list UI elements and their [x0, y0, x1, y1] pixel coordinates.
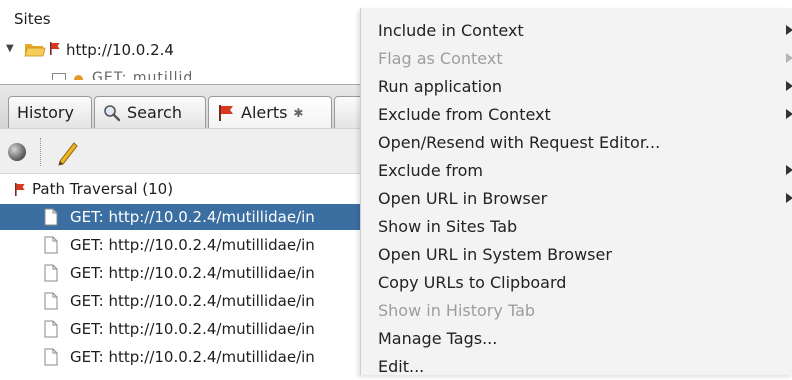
submenu-arrow-icon: [786, 109, 792, 119]
submenu-arrow-icon: [786, 193, 792, 203]
context-menu: Include in Context Flag as Context Run app…: [360, 8, 792, 376]
pin-icon[interactable]: ✱: [293, 106, 303, 120]
menu-item-label: Flag as Context: [378, 48, 503, 68]
menu-item-manage-tags[interactable]: Manage Tags...: [361, 324, 792, 352]
tab-search-label: Search: [127, 103, 182, 122]
menu-item-label: Show in Sites Tab: [378, 216, 518, 236]
flag-icon: [219, 104, 233, 121]
alert-row[interactable]: GET: http://10.0.2.4/mutillidae/in: [0, 288, 368, 314]
menu-item-flag-as-context: Flag as Context: [361, 44, 792, 72]
alert-row[interactable]: GET: http://10.0.2.4/mutillidae/in: [0, 232, 368, 258]
menu-item-label: Open/Resend with Request Editor...: [378, 132, 661, 152]
alert-flag-icon: [50, 42, 60, 55]
menu-item-show-in-history-tab: Show in History Tab: [361, 296, 792, 324]
menu-item-label: Manage Tags...: [378, 328, 498, 348]
menu-item-label: Edit...: [378, 356, 425, 376]
menu-item-label: Include in Context: [378, 20, 524, 40]
alert-row[interactable]: GET: http://10.0.2.4/mutillidae/in: [0, 260, 368, 286]
globe-icon[interactable]: [8, 143, 26, 161]
site-tree-child-node[interactable]: GET: mutillid: [52, 68, 232, 80]
document-icon: [44, 264, 58, 282]
menu-item-label: Open URL in Browser: [378, 188, 548, 208]
alert-row-label: GET: http://10.0.2.4/mutillidae/in: [70, 292, 315, 310]
menu-item-label: Open URL in System Browser: [378, 244, 612, 264]
bottom-tab-bar: History Search Alerts ✱: [0, 84, 368, 130]
document-icon: [44, 208, 58, 226]
alert-row-label: GET: http://10.0.2.4/mutillidae/in: [70, 236, 315, 254]
menu-item-label: Run application: [378, 76, 503, 96]
menu-item-exclude-from[interactable]: Exclude from: [361, 156, 792, 184]
alert-row[interactable]: GET: http://10.0.2.4/mutillidae/in: [0, 344, 368, 370]
tree-expand-arrow-icon[interactable]: ▼: [6, 43, 14, 54]
submenu-arrow-icon: [786, 81, 792, 91]
folder-open-icon: [24, 44, 46, 57]
menu-item-label: Exclude from Context: [378, 104, 551, 124]
alert-group-label: Path Traversal (10): [32, 180, 174, 198]
document-icon: [44, 292, 58, 310]
menu-item-copy-urls-to-clipboard[interactable]: Copy URLs to Clipboard: [361, 268, 792, 296]
alert-row-label: GET: http://10.0.2.4/mutillidae/in: [70, 348, 315, 366]
menu-item-edit[interactable]: Edit...: [361, 352, 792, 380]
document-icon: [44, 236, 58, 254]
alert-row-label: GET: http://10.0.2.4/mutillidae/in: [70, 208, 315, 226]
submenu-arrow-icon: [786, 165, 792, 175]
menu-item-show-in-sites-tab[interactable]: Show in Sites Tab: [361, 212, 792, 240]
tab-alerts-label: Alerts: [241, 103, 288, 122]
magnifier-icon: [104, 104, 121, 121]
alert-group-path-traversal[interactable]: Path Traversal (10): [14, 180, 173, 198]
tab-search[interactable]: Search: [94, 96, 206, 128]
menu-item-open-url-in-system-browser[interactable]: Open URL in System Browser: [361, 240, 792, 268]
sites-panel-title: Sites: [14, 10, 51, 28]
menu-item-label: Copy URLs to Clipboard: [378, 272, 567, 292]
menu-item-include-in-context[interactable]: Include in Context: [361, 16, 792, 44]
tab-alerts[interactable]: Alerts ✱: [208, 96, 332, 128]
menu-item-open-resend-with-request-editor[interactable]: Open/Resend with Request Editor...: [361, 128, 792, 156]
submenu-arrow-icon: [786, 25, 792, 35]
alert-row[interactable]: GET: http://10.0.2.4/mutillidae/in: [0, 316, 368, 342]
document-icon: [44, 348, 58, 366]
site-tree-root[interactable]: http://10.0.2.4: [66, 41, 174, 59]
menu-item-exclude-from-context[interactable]: Exclude from Context: [361, 100, 792, 128]
document-icon: [44, 320, 58, 338]
menu-item-label: Show in History Tab: [378, 300, 536, 320]
tab-history[interactable]: History: [8, 96, 92, 128]
pencil-icon[interactable]: [55, 138, 81, 166]
submenu-arrow-icon: [786, 53, 792, 63]
document-icon: [52, 73, 66, 80]
menu-item-label: Exclude from: [378, 160, 483, 180]
alert-flag-icon: [15, 182, 25, 196]
left-pane: Sites ▼ http://10.0.2.4 GET: mutillid Hi…: [0, 0, 368, 375]
node-status-dot-icon: [74, 75, 83, 80]
alert-row-label: GET: http://10.0.2.4/mutillidae/in: [70, 320, 315, 338]
menu-item-open-url-in-browser[interactable]: Open URL in Browser: [361, 184, 792, 212]
tab-history-label: History: [17, 103, 74, 122]
alert-row-label: GET: http://10.0.2.4/mutillidae/in: [70, 264, 315, 282]
menu-item-run-application[interactable]: Run application: [361, 72, 792, 100]
toolbar-separator: [40, 138, 41, 166]
alert-row[interactable]: GET: http://10.0.2.4/mutillidae/in: [0, 204, 368, 230]
